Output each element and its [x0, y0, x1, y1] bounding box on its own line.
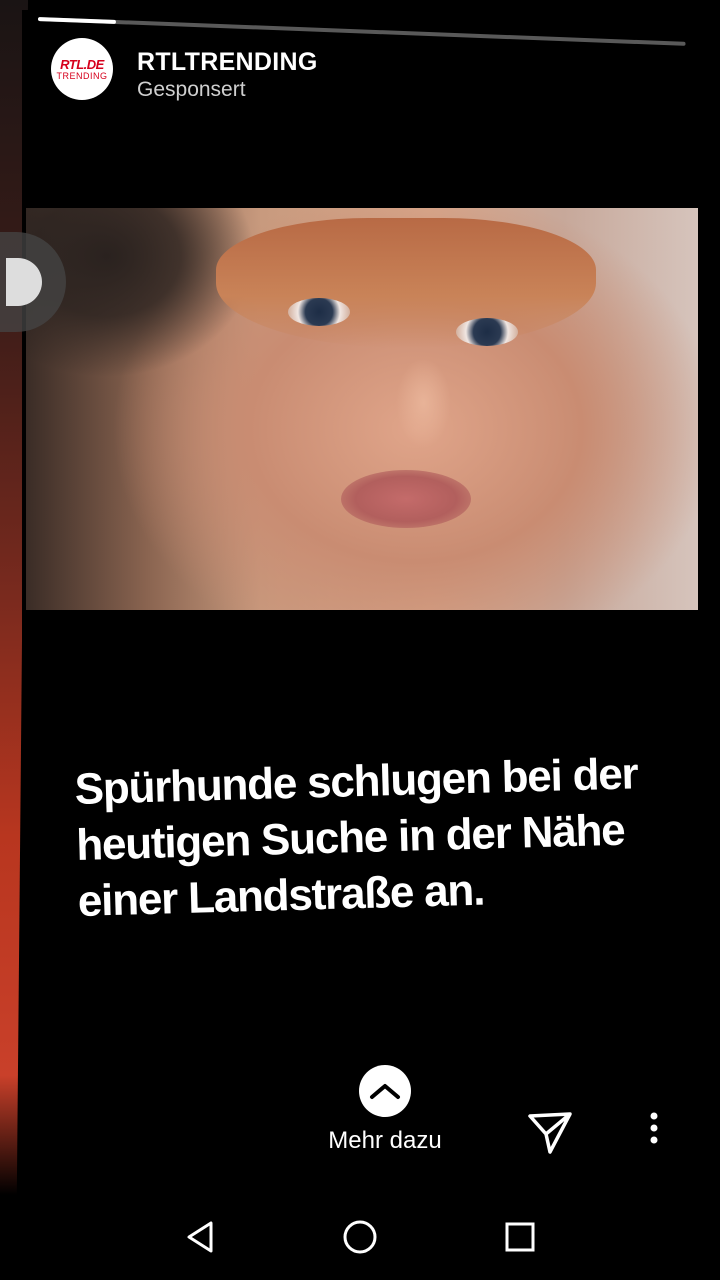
story-progress-fill: [37, 17, 116, 24]
chevron-up-icon[interactable]: [359, 1065, 411, 1117]
logo-text-top: RTL.DE: [60, 56, 104, 72]
send-icon[interactable]: [524, 1106, 576, 1158]
more-vertical-icon[interactable]: [642, 1108, 666, 1156]
see-more-label[interactable]: Mehr dazu: [310, 1127, 460, 1155]
story-photo: [26, 208, 698, 610]
system-nav-bar: [0, 1195, 720, 1280]
photo-eye-left: [288, 298, 350, 326]
sponsored-label: Gesponsert: [137, 78, 246, 101]
recents-square-icon[interactable]: [498, 1215, 542, 1259]
story-progress-bar: [37, 17, 686, 46]
photo-lips: [341, 470, 471, 528]
photo-eye-right: [456, 318, 518, 346]
home-circle-icon[interactable]: [338, 1215, 382, 1259]
see-more-button[interactable]: Mehr dazu: [310, 1065, 460, 1155]
account-avatar[interactable]: RTL.DE TRENDING: [51, 38, 113, 100]
story-headline: Spürhunde schlugen bei der heutigen Such…: [74, 749, 639, 926]
photo-hair: [216, 218, 596, 348]
story-view[interactable]: RTL.DE TRENDING RTLTRENDING Gesponsert S…: [0, 10, 720, 1195]
logo-text-bottom: TRENDING: [56, 70, 108, 81]
back-triangle-icon[interactable]: [178, 1215, 222, 1259]
photo-nose: [396, 358, 451, 448]
account-name[interactable]: RTLTRENDING: [137, 48, 318, 77]
